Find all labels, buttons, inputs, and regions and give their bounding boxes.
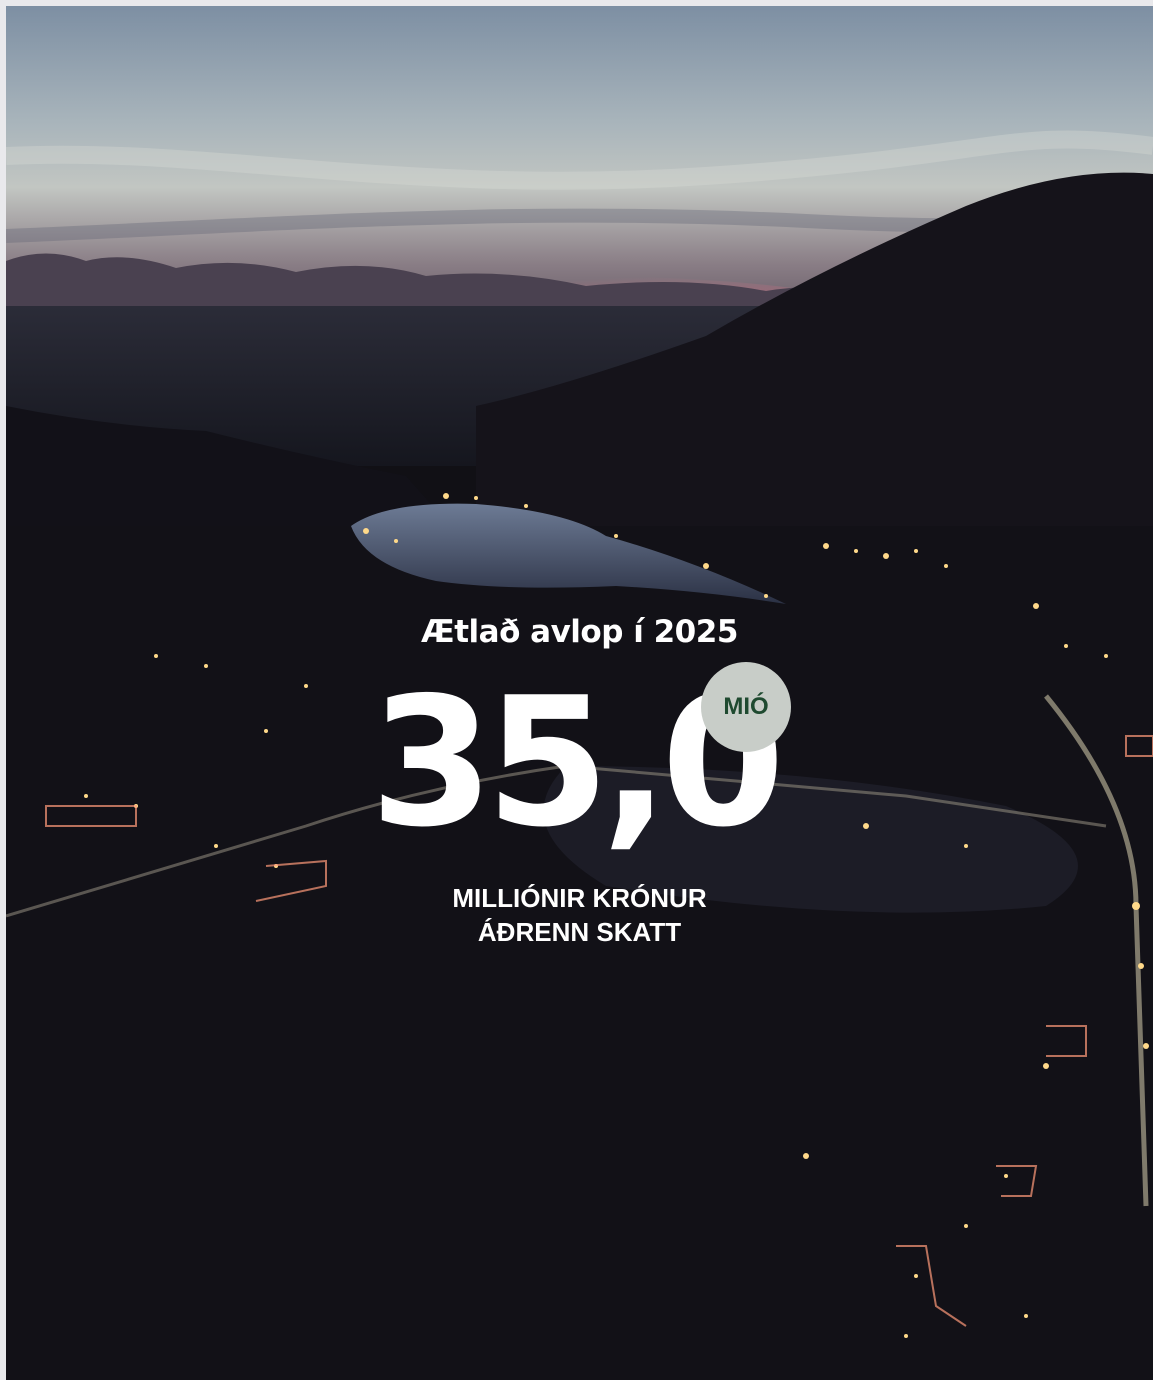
value-caption-line-1: MILLIÓNIR KRÓNUR [452, 883, 707, 913]
forecast-headline: Ætlað avlop í 2025 [421, 614, 738, 650]
forecast-value: 35,0 [369, 659, 785, 866]
hero-panel: Ætlað avlop í 2025 35,0 MIÓ MILLIÓNIR KR… [6, 6, 1153, 1380]
value-caption-line-2: ÁÐRENN SKATT [477, 917, 682, 947]
unit-badge: MIÓ [701, 662, 791, 752]
unit-badge-label: MIÓ [723, 693, 769, 720]
